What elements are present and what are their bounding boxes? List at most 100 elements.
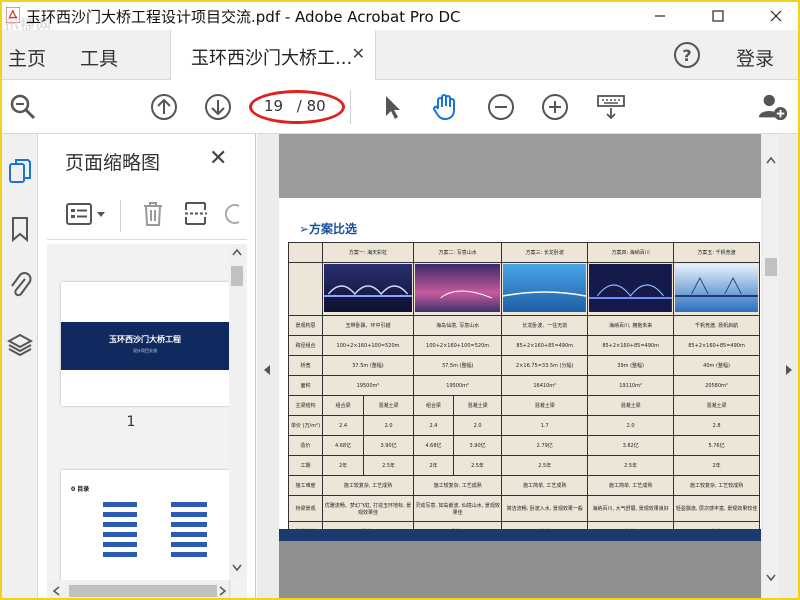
next-page-button[interactable] <box>203 92 233 122</box>
paperclip-icon <box>11 272 32 297</box>
page-thumbnails-toggle[interactable] <box>6 156 34 186</box>
table-cell: 85+2×160+85=490m <box>673 335 760 356</box>
thumbnails-scroll-area[interactable]: 玉环西沙门大桥工程 设计项目交流 1 0 目录 <box>47 244 247 598</box>
plus-circle-icon <box>542 94 568 120</box>
table-cell: 混凝土梁 <box>363 395 415 416</box>
scroll-down-icon[interactable] <box>766 574 776 582</box>
table-cell: 39m (整幅) <box>587 355 675 376</box>
next-page-area <box>279 541 761 598</box>
document-tab[interactable]: 玉环西沙门大桥工... ✕ <box>170 30 376 80</box>
scroll-down-icon[interactable] <box>232 564 242 572</box>
attachments-toggle[interactable] <box>6 270 34 300</box>
table-cell: 2.0 <box>452 415 503 436</box>
row-label: 施工难度 <box>288 475 323 496</box>
minus-circle-icon <box>488 94 514 120</box>
help-icon[interactable]: ? <box>674 42 700 68</box>
scroll-left-icon[interactable] <box>52 586 60 596</box>
extract-pages-icon[interactable] <box>183 200 209 228</box>
page-thumbnail-1[interactable]: 玉环西沙门大桥工程 设计项目交流 <box>61 282 229 406</box>
login-button[interactable]: 登录 <box>736 44 774 71</box>
table-cell: 施工简单, 工艺成熟 <box>587 475 675 496</box>
hand-icon <box>433 94 455 121</box>
close-panel-icon[interactable]: ✕ <box>209 146 227 171</box>
select-tool-button[interactable] <box>377 92 407 122</box>
row-label: 桥宽 <box>288 355 323 376</box>
maximize-button[interactable] <box>696 2 740 30</box>
scroll-up-icon[interactable] <box>766 156 776 164</box>
keyboard-button[interactable] <box>596 92 626 122</box>
zoom-out-button[interactable] <box>486 92 516 122</box>
slide-footer-bar <box>279 529 761 541</box>
tools-tab[interactable]: 工具 <box>80 44 118 71</box>
document-scrollbar-thumb[interactable] <box>765 258 777 276</box>
minimize-button[interactable] <box>638 2 682 30</box>
thumbnail-1-subtitle: 设计项目交流 <box>133 348 157 353</box>
thumbnails-scrollbar[interactable] <box>229 244 245 580</box>
table-cell: 组合梁 <box>321 395 365 416</box>
document-view[interactable]: ➢方案比选 方案一: 海天彩虹 方案二: 写意山水 方案三: 长龙卧波 方案四:… <box>257 134 798 598</box>
collapse-right-icon[interactable] <box>785 364 793 376</box>
table-cell: 3.90亿 <box>452 435 503 456</box>
thumbnails-hscrollbar-thumb[interactable] <box>69 585 217 597</box>
scroll-right-icon[interactable] <box>219 586 227 596</box>
window-title: 玉环西沙门大桥工程设计项目交流.pdf - Adobe Acrobat Pro … <box>26 8 461 26</box>
document-scrollbar[interactable] <box>763 134 779 598</box>
hand-tool-button[interactable] <box>430 92 460 122</box>
arrow-up-circle-icon <box>151 94 177 120</box>
table-header: 方案五: 千帆竞渡 <box>673 242 760 263</box>
table-cell: 2.0 <box>363 415 415 436</box>
table-cell: 19500m² <box>321 375 415 396</box>
thumbnails-panel: 页面缩略图 ✕ 玉环西沙门大桥工程 设计项目交流 1 0 目录 <box>39 134 256 598</box>
previous-page-button[interactable] <box>149 92 179 122</box>
zoom-in-button[interactable] <box>540 92 570 122</box>
bridge-render-1 <box>324 264 413 312</box>
close-tab-icon[interactable]: ✕ <box>352 44 365 63</box>
table-cell: 混凝土梁 <box>501 395 589 416</box>
bridge-render-3 <box>503 264 587 312</box>
thumbnail-2-title: 0 目录 <box>71 486 90 493</box>
slide-section-title: ➢方案比选 <box>299 222 358 236</box>
table-cell: 2年 <box>413 455 454 476</box>
table-cell: 2.4 <box>321 415 365 436</box>
table-header: 方案一: 海天彩虹 <box>321 242 415 263</box>
table-cell: 2.79亿 <box>501 435 589 456</box>
acrobat-window: 迅捷网 玉环西沙门大桥工程设计项目交流.pdf - Adobe Acrobat … <box>0 0 800 600</box>
scroll-up-icon[interactable] <box>232 248 242 256</box>
table-cell: 组合梁 <box>413 395 454 416</box>
row-label: 工期 <box>288 455 323 476</box>
thumbnails-hscrollbar[interactable] <box>47 580 229 598</box>
row-label: 面积 <box>288 375 323 396</box>
thumbnail-1-title: 玉环西沙门大桥工程 <box>109 335 181 344</box>
zoom-search-button[interactable] <box>8 92 38 122</box>
keyboard-icon <box>597 95 625 120</box>
table-cell: 海纳百川, 大气舒展, 景观效果良好 <box>587 495 675 522</box>
bookmarks-toggle[interactable] <box>6 214 34 244</box>
table-cell: 混凝土梁 <box>452 395 503 416</box>
table-cell: 85+2×160+85=490m <box>501 335 589 356</box>
thumbnails-scrollbar-thumb[interactable] <box>231 266 243 286</box>
bridge-render-4 <box>589 264 673 312</box>
layers-toggle[interactable] <box>6 330 34 360</box>
table-header: 方案三: 长龙卧波 <box>501 242 589 263</box>
toolbar: 19 / 80 <box>2 80 798 134</box>
table-cell: 2.5年 <box>452 455 503 476</box>
share-user-button[interactable] <box>758 92 788 122</box>
table-cell: 混凝土梁 <box>587 395 675 416</box>
scheme-1-image <box>321 262 415 316</box>
close-window-button[interactable] <box>754 2 798 30</box>
table-cell: 简洁流畅, 卧波入水, 景观效果一般 <box>501 495 589 522</box>
rotate-icon[interactable] <box>223 202 243 226</box>
trash-icon[interactable] <box>141 200 165 228</box>
thumbnail-options-icon[interactable] <box>65 202 109 228</box>
table-header: 方案四: 海纳百川 <box>587 242 675 263</box>
home-tab[interactable]: 主页 <box>8 44 46 71</box>
table-cell: 37.5m (整幅) <box>321 355 415 376</box>
collapse-left-icon[interactable] <box>263 364 271 376</box>
layers-icon <box>7 333 33 357</box>
table-cell: 2.8 <box>673 415 760 436</box>
row-label: 景观构思 <box>288 315 323 336</box>
table-corner-cell <box>288 242 323 263</box>
minimize-icon <box>655 15 665 17</box>
left-tool-rail <box>2 134 38 598</box>
row-label: 桥梁景观 <box>288 495 323 522</box>
